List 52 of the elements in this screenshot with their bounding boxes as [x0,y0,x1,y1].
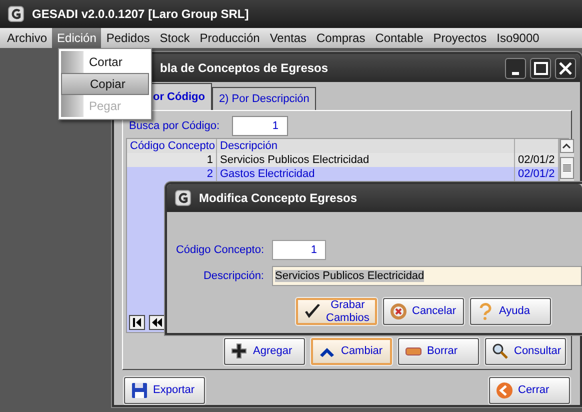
search-icon [492,343,509,360]
minimize-icon [512,72,519,74]
dialog-button[interactable]: Ayuda [470,298,551,325]
chevron-up-icon [562,143,572,149]
dialog-button[interactable]: Cancelar [383,298,464,325]
rewind-icon [152,318,162,327]
first-record-button[interactable] [129,315,145,330]
grip-icon [562,164,571,172]
action-button[interactable]: Borrar [398,338,479,365]
window-title: bla de Conceptos de Egresos [159,60,328,77]
tab[interactable]: 2) Por Descripción [212,86,316,110]
action-button[interactable]: Agregar [224,338,305,365]
dialog-button[interactable]: Grabar Cambios [296,298,377,325]
close-button[interactable] [555,58,576,78]
field-label: Busca por Código: [129,118,220,134]
menu-item[interactable]: Contable [370,28,428,48]
menu-item[interactable]: Archivo [2,28,52,48]
cancel-icon [390,303,407,320]
close-icon [559,62,572,74]
action-button[interactable]: Cambiar [311,338,392,365]
table-row[interactable]: 1 Servicios Publicos Electricidad 02/01/2 [127,153,559,167]
dialog-title: Modifica Concepto Egresos [199,190,358,207]
previous-page-button[interactable] [149,315,165,330]
input-field[interactable]: 1 [272,240,326,260]
input-field[interactable]: Servicios Publicos Electricidad [272,266,582,286]
menu-item[interactable]: Producción [194,28,265,48]
action-button[interactable]: Consultar [485,338,566,365]
menu-item[interactable]: Ventas [264,28,312,48]
menu-item[interactable]: Proyectos [428,28,492,48]
first-icon [132,318,142,327]
search-field[interactable]: 1 [232,116,288,136]
menu-item[interactable]: Iso9000 [492,28,544,48]
footer-button[interactable]: Cerrar [489,377,570,404]
question-mark-icon [477,303,494,320]
app-logo-icon [175,190,191,206]
footer-button[interactable]: Exportar [124,377,205,404]
menu-item[interactable]: Copiar [61,73,149,95]
app-title: GESADI v2.0.0.1207 [Laro Group SRL] [32,6,249,23]
maximize-button[interactable] [530,58,551,78]
field-label: Código Concepto: [174,242,264,258]
minimize-button[interactable] [505,58,526,78]
maximize-icon [534,62,548,74]
scroll-up-button[interactable] [560,139,574,153]
menu-item[interactable]: Edición [52,28,102,48]
field-label: Descripción: [202,268,264,284]
menu-item[interactable]: Stock [154,28,195,48]
menu-item[interactable]: Pedidos [101,28,155,48]
scroll-thumb[interactable] [560,157,574,179]
app-logo-icon [8,6,24,22]
menu-item[interactable]: Compras [312,28,370,48]
checkmark-icon [304,303,321,320]
plus-icon [231,343,248,360]
